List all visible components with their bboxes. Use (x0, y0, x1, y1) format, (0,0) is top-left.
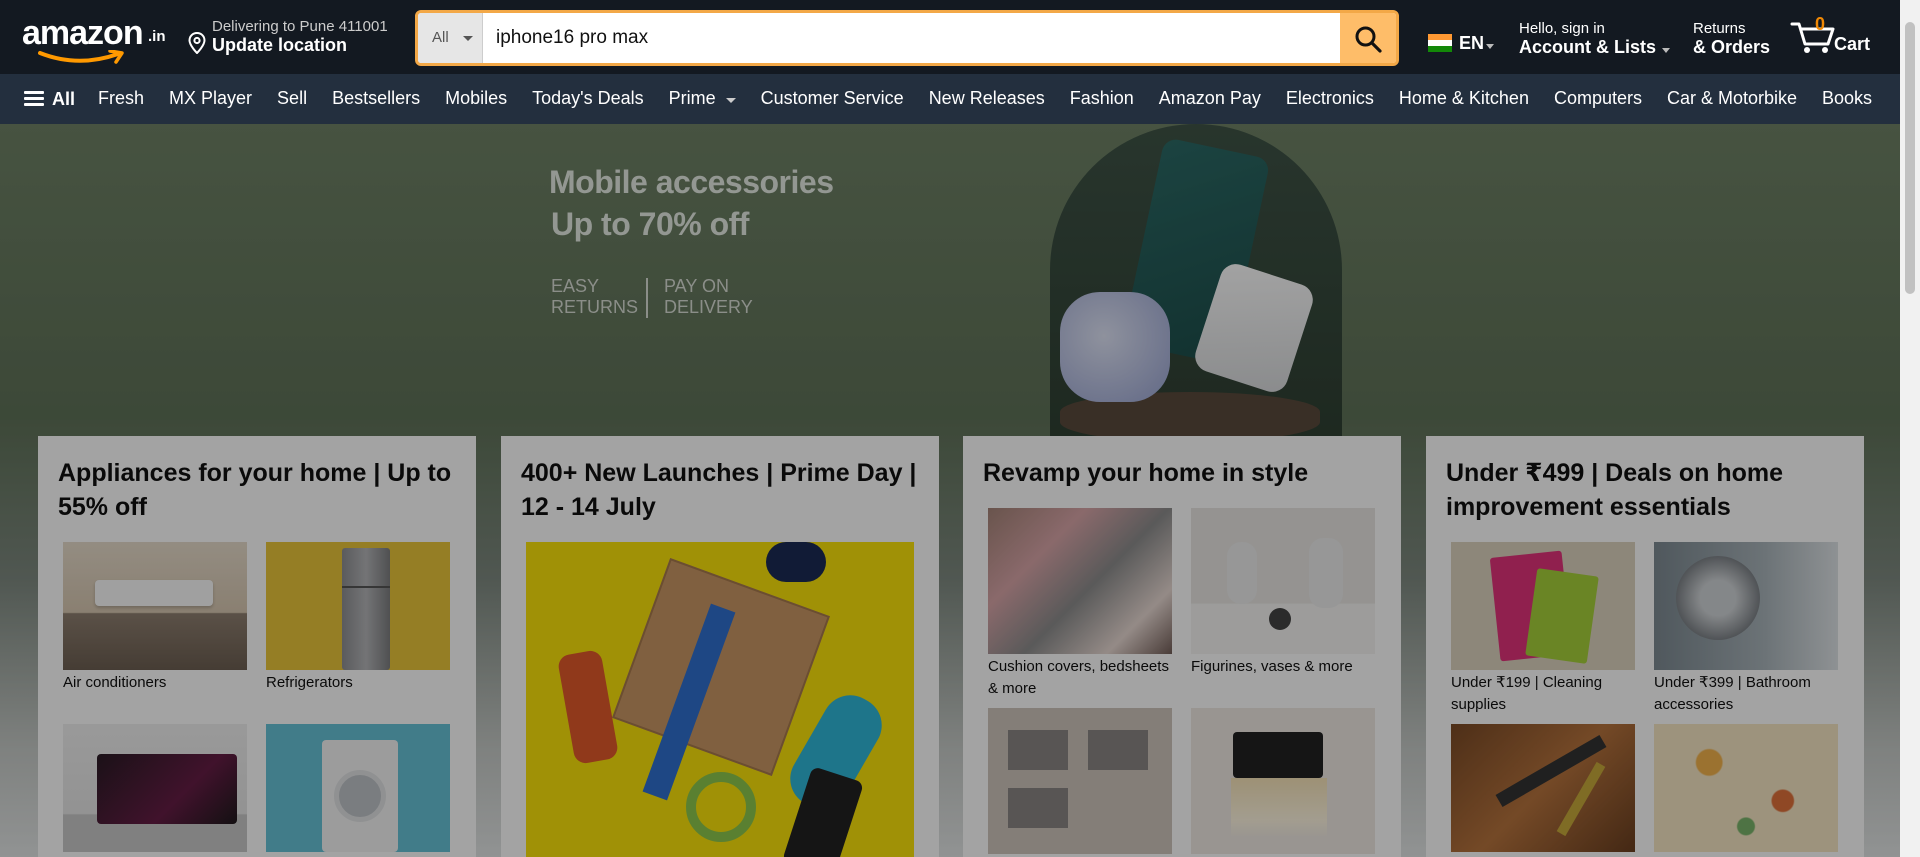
nav-link-fresh[interactable]: Fresh (98, 88, 144, 109)
account-lists[interactable]: Hello, sign in Account & Lists (1519, 18, 1670, 60)
cart-icon (1790, 22, 1835, 53)
hello-sign-in-label: Hello, sign in (1519, 20, 1605, 37)
delivering-to-label: Delivering to Pune 411001 (212, 18, 388, 35)
orders-label: & Orders (1693, 37, 1771, 57)
nav-link-todays-deals[interactable]: Today's Deals (532, 88, 644, 109)
logo-tld: .in (148, 28, 166, 45)
search-icon (1355, 26, 1382, 53)
smile-arrow-icon (38, 50, 124, 64)
hamburger-icon (24, 91, 44, 107)
caret-down-icon (463, 36, 473, 41)
nav-link-mx-player[interactable]: MX Player (169, 88, 252, 109)
cart-button[interactable]: 0 Cart (1790, 14, 1880, 60)
update-location-label: Update location (212, 35, 348, 55)
location-pin-icon (188, 32, 206, 54)
nav-link-home-kitchen[interactable]: Home & Kitchen (1399, 88, 1529, 109)
nav-link-electronics[interactable]: Electronics (1286, 88, 1374, 109)
nav-bar: All Fresh MX Player Sell Bestsellers Mob… (0, 74, 1900, 124)
search-button[interactable] (1340, 13, 1396, 63)
nav-link-amazon-pay[interactable]: Amazon Pay (1159, 88, 1261, 109)
cart-label: Cart (1834, 34, 1871, 54)
account-lists-label: Account & Lists (1519, 37, 1657, 57)
caret-down-icon (1662, 48, 1670, 53)
amazon-home-page: Mobile accessories Up to 70% off EASY RE… (0, 0, 1920, 857)
search-category-label: All (432, 29, 449, 46)
page-scrollbar[interactable] (1900, 0, 1920, 857)
scrollbar-thumb[interactable] (1905, 22, 1915, 294)
nav-link-computers[interactable]: Computers (1554, 88, 1642, 109)
returns-label: Returns (1693, 20, 1746, 37)
search-category-dropdown[interactable]: All (418, 13, 483, 63)
search-bar: All (415, 10, 1399, 66)
nav-link-books[interactable]: Books (1822, 88, 1872, 109)
delivery-location[interactable]: Delivering to Pune 411001 Update locatio… (188, 16, 398, 58)
search-input[interactable] (484, 13, 1337, 63)
nav-link-bestsellers[interactable]: Bestsellers (332, 88, 420, 109)
language-code: EN (1459, 33, 1485, 53)
page-dim-overlay[interactable] (0, 0, 1920, 857)
caret-down-icon (1486, 44, 1494, 49)
nav-link-car-motorbike[interactable]: Car & Motorbike (1667, 88, 1797, 109)
all-menu-label: All (52, 89, 76, 109)
amazon-logo[interactable]: amazon .in (22, 14, 170, 64)
logo-text: amazon (22, 14, 144, 52)
cart-count: 0 (1815, 14, 1826, 34)
nav-link-prime[interactable]: Prime (669, 88, 736, 109)
nav-link-new-releases[interactable]: New Releases (929, 88, 1045, 109)
nav-links: Fresh MX Player Sell Bestsellers Mobiles… (98, 88, 1897, 109)
nav-link-mobiles[interactable]: Mobiles (445, 88, 507, 109)
returns-orders[interactable]: Returns & Orders (1693, 18, 1773, 60)
top-header: amazon .in Delivering to Pune 411001 Upd… (0, 0, 1900, 74)
nav-link-customer-service[interactable]: Customer Service (761, 88, 904, 109)
nav-link-sell[interactable]: Sell (277, 88, 307, 109)
india-flag-icon (1428, 34, 1452, 52)
nav-link-fashion[interactable]: Fashion (1070, 88, 1134, 109)
